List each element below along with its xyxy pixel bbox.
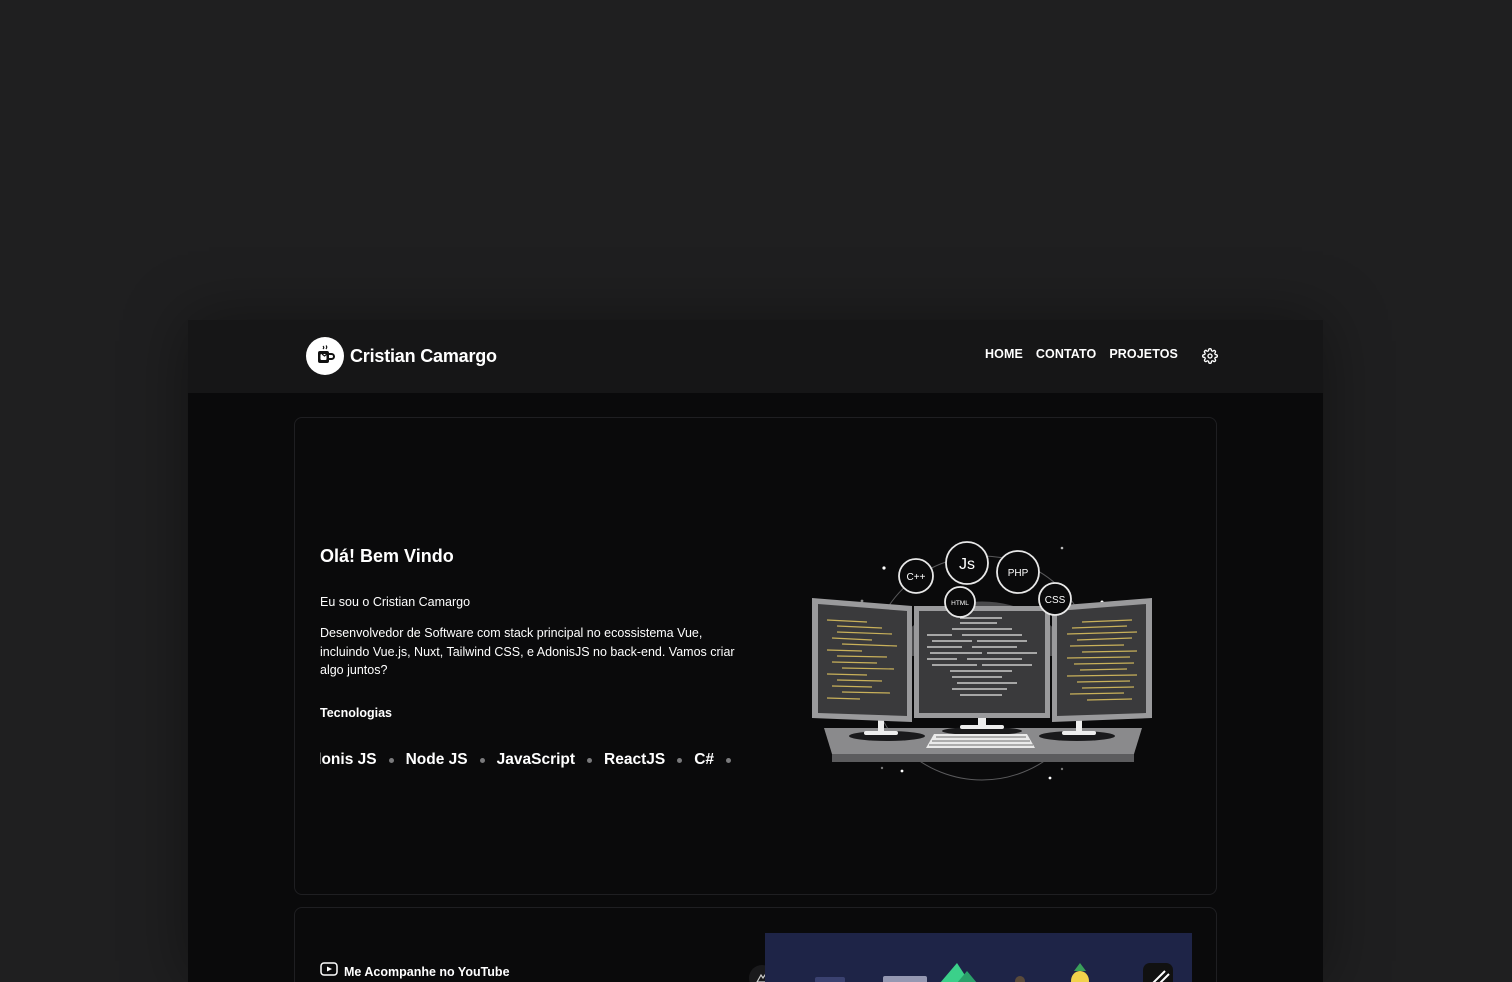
gear-icon[interactable] [1202,348,1218,364]
browser-window: Cristian Camargo HOME CONTATO PROJETOS O… [188,320,1323,982]
technologies-marquee: donis JS Node JS JavaScript ReactJS C# [320,749,750,771]
bubble-cpp: C++ [907,572,926,583]
nav-home[interactable]: HOME [985,347,1023,361]
hero-card: Olá! Bem Vindo Eu sou o Cristian Camargo… [294,417,1217,895]
separator-dot [726,757,732,763]
brand-link[interactable]: Cristian Camargo [306,337,497,375]
hero-intro: Eu sou o Cristian Camargo [320,595,471,609]
bubble-php: PHP [1008,568,1029,579]
video-thumbnail[interactable] [765,933,1192,982]
youtube-icon [320,962,338,981]
youtube-card: Me Acompanhe no YouTube [294,907,1217,982]
bubble-css: CSS [1045,595,1066,606]
mug-icon [306,337,344,375]
separator-dot [479,757,485,763]
brand-name: Cristian Camargo [350,345,497,366]
hero-description: Desenvolvedor de Software com stack prin… [320,626,735,677]
technology-item: Node JS [405,751,468,768]
technology-item: C# [694,751,715,768]
separator-dot [587,757,593,763]
separator-dot [677,757,683,763]
separator-dot [388,757,394,763]
navbar: Cristian Camargo HOME CONTATO PROJETOS [188,320,1323,393]
developer-setup-illustration: C++ Js PHP HTML CSS [812,541,1152,781]
technologies-title: Tecnologias [320,706,393,720]
bubble-js: Js [959,556,975,573]
technology-item: JavaScript [496,751,576,768]
technology-item: donis JS [320,751,377,768]
hero-title: Olá! Bem Vindo [320,546,454,566]
youtube-heading: Me Acompanhe no YouTube [320,962,510,981]
bubble-html: HTML [951,600,969,607]
main-nav: HOME CONTATO PROJETOS [985,347,1178,361]
nav-projetos[interactable]: PROJETOS [1109,347,1178,361]
nav-contato[interactable]: CONTATO [1036,347,1096,361]
technology-item: ReactJS [604,751,666,768]
youtube-label: Me Acompanhe no YouTube [344,964,510,979]
